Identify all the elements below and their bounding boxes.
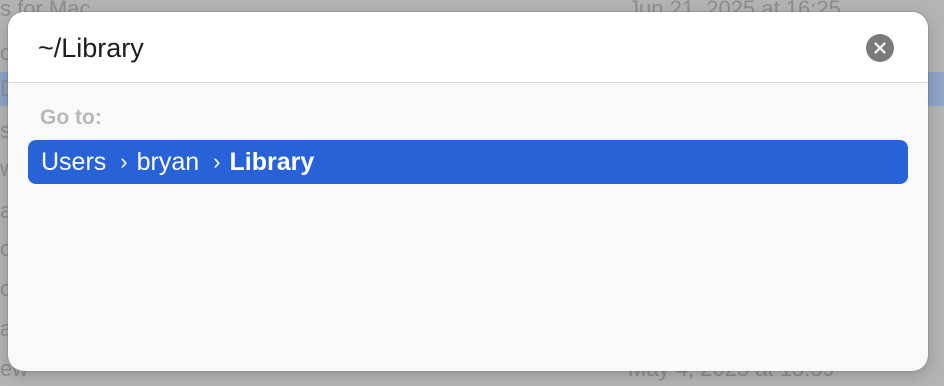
breadcrumb-item-library: Library	[229, 148, 315, 176]
path-input[interactable]	[38, 28, 838, 68]
path-bar	[8, 12, 928, 83]
breadcrumb: Users › bryan › Library	[41, 148, 314, 177]
breadcrumb-item-users: Users	[41, 148, 107, 176]
go-to-label: Go to:	[40, 106, 102, 129]
close-circle-icon	[874, 42, 886, 54]
breadcrumb-item-bryan: bryan	[136, 148, 200, 176]
go-to-folder-sheet: Go to: Users › bryan › Library	[8, 12, 928, 371]
chevron-right-icon: ›	[120, 148, 128, 174]
chevron-right-icon: ›	[213, 148, 221, 174]
path-suggestion-row[interactable]: Users › bryan › Library	[28, 140, 908, 184]
clear-button[interactable]	[866, 34, 894, 62]
